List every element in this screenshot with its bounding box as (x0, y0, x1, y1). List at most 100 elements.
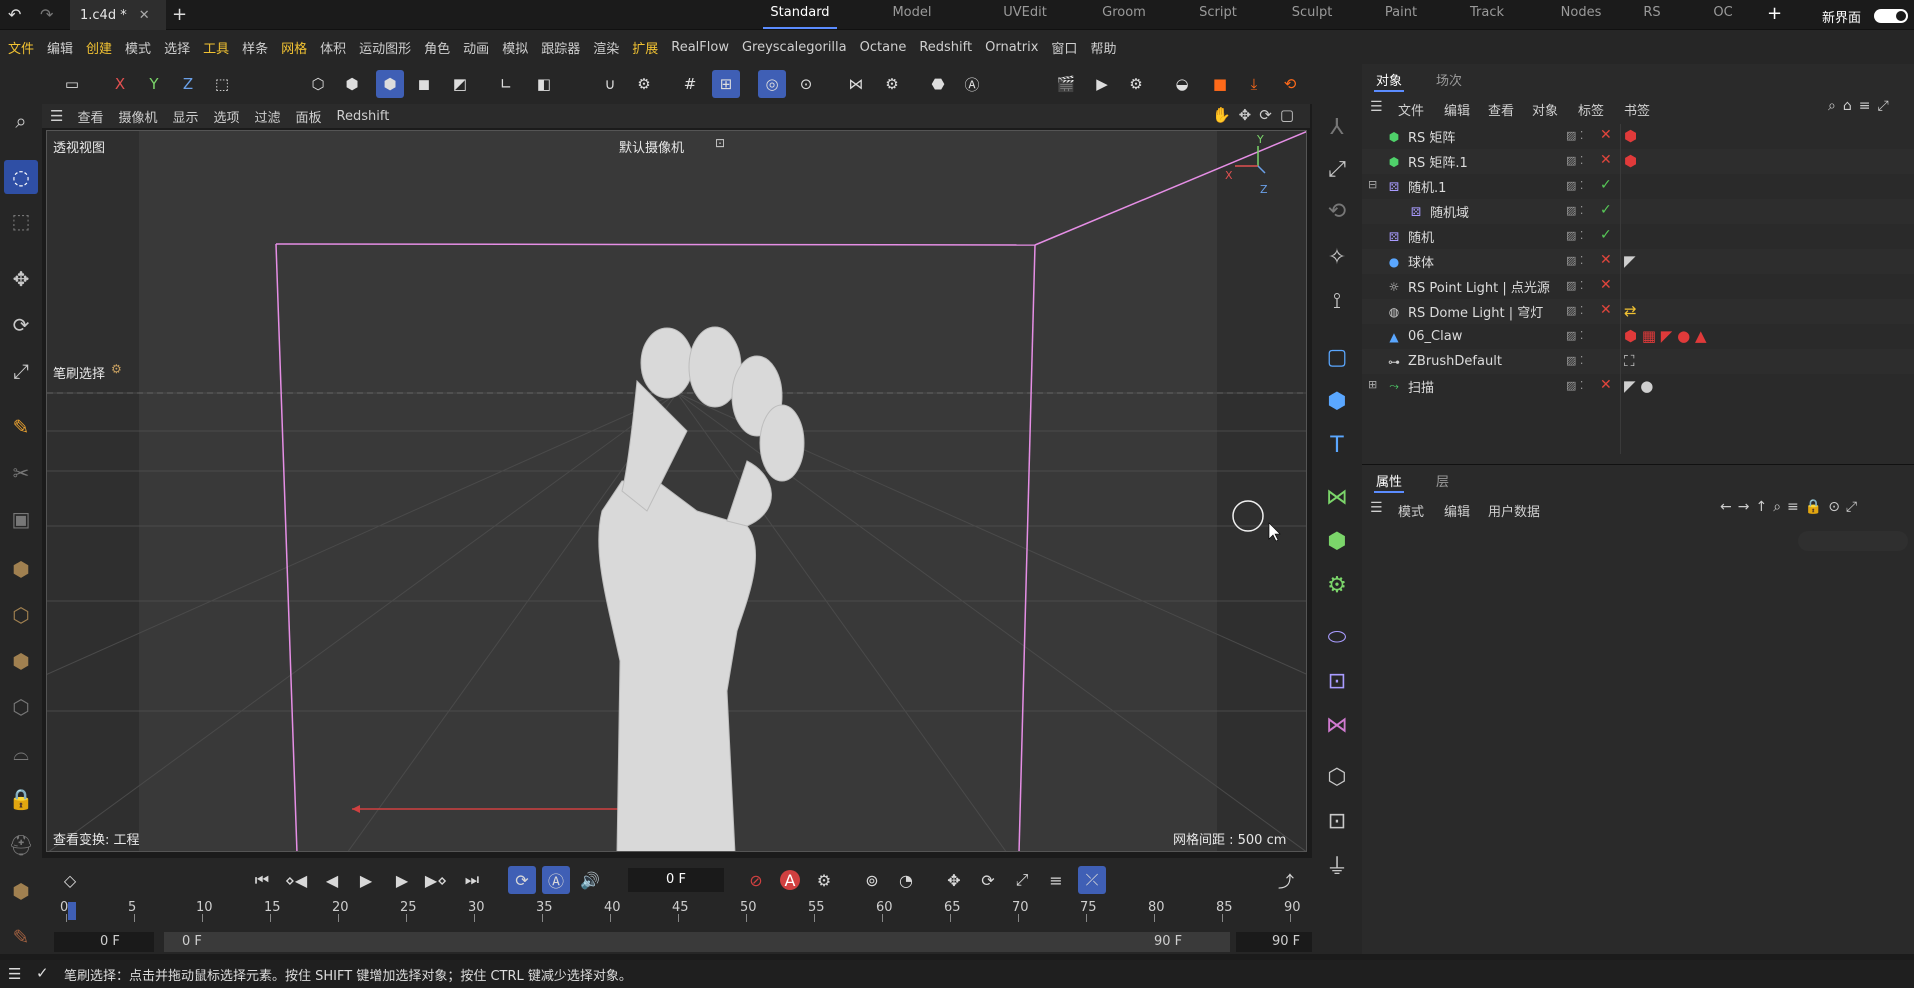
refresh-icon[interactable]: ⟲ (1276, 70, 1304, 98)
enabled-check-icon[interactable]: ✓ (1600, 177, 1612, 193)
new-interface-toggle[interactable] (1874, 9, 1908, 23)
go-start-icon[interactable]: ⏮ (248, 866, 276, 894)
tab-layers[interactable]: 层 (1436, 471, 1449, 490)
menu-item[interactable]: 编辑 (47, 38, 73, 57)
obj-menu-file[interactable]: 文件 (1398, 100, 1424, 119)
object-row[interactable]: ● 球体 ▨ ⁚ ✕ ◤ (1362, 249, 1914, 274)
camera-label[interactable]: 默认摄像机 (619, 137, 684, 156)
visibility-dots-icon[interactable]: ▨ ⁚ (1566, 354, 1583, 367)
menu-item[interactable]: RealFlow (671, 40, 729, 55)
guide-icon[interactable]: ⬣ (924, 70, 952, 98)
helmet-icon[interactable]: ⛑ (4, 828, 38, 862)
new-tab-icon[interactable]: + (172, 4, 187, 25)
viewport-menu-item[interactable]: 选项 (214, 107, 240, 126)
object-tag-icon[interactable]: ◤ (1624, 252, 1636, 270)
menu-item[interactable]: 创建 (86, 38, 112, 57)
axis-mode-icon[interactable]: ∟ (492, 70, 520, 98)
object-row[interactable]: ⚄ 随机域 ▨ ⁚ ✓ (1362, 199, 1914, 224)
range-bar[interactable] (164, 932, 1230, 952)
dial-icon[interactable]: ◔ (892, 866, 920, 894)
menu-item[interactable]: 选择 (164, 38, 190, 57)
next-frame-icon[interactable]: ▶ (388, 866, 416, 894)
menu-item[interactable]: 模拟 (502, 38, 528, 57)
hamburger-icon[interactable]: ☰ (1370, 99, 1383, 115)
symmetry-settings-icon[interactable]: ⊙ (792, 70, 820, 98)
curve-editor-icon[interactable]: ⤴ (1272, 866, 1300, 894)
visibility-dots-icon[interactable]: ▨ ⁚ (1566, 154, 1583, 167)
viewport-menu-item[interactable]: 查看 (77, 107, 103, 126)
camera-tool-icon[interactable]: ⊡ (1318, 802, 1356, 840)
frame-ruler[interactable]: 0 5 10 15 20 25 30 35 40 45 50 55 60 65 70 75 80 85 90 (42, 898, 1312, 922)
menu-item[interactable]: 帮助 (1090, 38, 1116, 57)
naming-icon[interactable]: Ⓐ (958, 70, 986, 98)
menu-item[interactable]: 模式 (125, 38, 151, 57)
axis-cube-icon[interactable]: ⊡ (1318, 662, 1356, 700)
select-tool-icon[interactable]: ◌ (4, 160, 38, 194)
gear-effector-icon[interactable]: ⚙ (1318, 566, 1356, 604)
obj-menu-tags[interactable]: 标签 (1578, 100, 1604, 119)
scale-arrow-icon[interactable]: ⤢ (1318, 150, 1356, 188)
menu-item[interactable]: Octane (860, 40, 907, 55)
mirror-icon[interactable]: ⋈ (1318, 478, 1356, 516)
layout-tab-standard[interactable]: Standard (763, 5, 837, 29)
visibility-dots-icon[interactable]: ▨ ⁚ (1566, 204, 1583, 217)
layout-tab-uvedit[interactable]: UVEdit (995, 5, 1055, 25)
go-end-icon[interactable]: ⏭ (458, 866, 486, 894)
obj-menu-object[interactable]: 对象 (1532, 100, 1558, 119)
scale-tool-icon[interactable]: ⤢ (4, 354, 38, 388)
symmetry-gear-icon[interactable]: ⚙ (878, 70, 906, 98)
menu-item[interactable]: 网格 (281, 38, 307, 57)
current-frame-field[interactable]: 0 F (628, 868, 724, 892)
visibility-dots-icon[interactable]: ▨ ⁚ (1566, 229, 1583, 242)
layout-tab-track[interactable]: Track (1460, 5, 1514, 25)
frame-tool-icon[interactable]: ▣ (4, 502, 38, 536)
lock-icon[interactable]: 🔒 (4, 782, 38, 816)
object-row[interactable]: ⊟ ⚄ 随机.1 ▨ ⁚ ✓ (1362, 174, 1914, 199)
play-icon[interactable]: ▶ (352, 866, 380, 894)
object-row[interactable]: ◍ RS Dome Light | 穹灯 ▨ ⁚ ✕ ⇄ (1362, 299, 1914, 324)
add-layout-icon[interactable]: + (1767, 3, 1782, 24)
visibility-dots-icon[interactable]: ▨ ⁚ (1566, 129, 1583, 142)
menu-item[interactable]: 文件 (8, 38, 34, 57)
box-icon[interactable]: ⬢ (4, 874, 38, 908)
redo-icon[interactable]: ↷ (40, 5, 53, 24)
audio-icon[interactable]: 🔊 (576, 866, 604, 894)
redshift-render-icon[interactable]: ■ (1206, 70, 1234, 98)
visibility-dots-icon[interactable]: ▨ ⁚ (1566, 279, 1583, 292)
texture-mode-icon[interactable]: ◩ (446, 70, 474, 98)
menu-item[interactable]: Redshift (919, 40, 972, 55)
workplane-grid-icon[interactable]: ⊞ (712, 70, 740, 98)
start-frame-field[interactable]: 0 F (54, 932, 154, 952)
object-row[interactable]: ▲ 06_Claw ▨ ⁚ ⬢ ▦ ◤ ● ▲ (1362, 324, 1914, 349)
playhead[interactable] (68, 902, 76, 920)
menu-item[interactable]: 窗口 (1051, 38, 1077, 57)
key-scale-icon[interactable]: ⤢ (1008, 866, 1036, 894)
coordinate-system-icon[interactable]: ⬚ (208, 70, 236, 98)
obj-menu-bookmarks[interactable]: 书签 (1624, 100, 1650, 119)
disabled-x-icon[interactable]: ✕ (1600, 252, 1612, 268)
keyframe-icon[interactable]: ◇ (56, 866, 84, 894)
snap-settings-icon[interactable]: ⚙ (630, 70, 658, 98)
key-settings-icon[interactable]: ⚙ (810, 866, 838, 894)
cube-icon[interactable]: ⬢ (1318, 382, 1356, 420)
transform-icon[interactable]: ✧ (1318, 238, 1356, 276)
playback-rate-icon[interactable]: Ⓐ (542, 866, 570, 894)
expand-toggle-icon[interactable]: ⊞ (1368, 378, 1377, 391)
viewport-menu-item[interactable]: 摄像机 (118, 107, 157, 126)
hamburger-icon[interactable]: ☰ (1370, 500, 1383, 516)
enabled-check-icon[interactable]: ✓ (1600, 227, 1612, 243)
tab-objects[interactable]: 对象 (1376, 70, 1402, 89)
key-pla-icon[interactable]: ⤫ (1078, 866, 1106, 894)
symmetry-target-icon[interactable]: ◎ (758, 70, 786, 98)
grid-icon[interactable]: # (676, 70, 704, 98)
object-tag-icon[interactable]: ◤ ● (1624, 377, 1653, 395)
object-row[interactable]: ☼ RS Point Light | 点光源 ▨ ⁚ ✕ (1362, 274, 1914, 299)
object-row[interactable]: ⊞ ⤳ 扫描 ▨ ⁚ ✕ ◤ ● (1362, 374, 1914, 399)
layout-tab-groom[interactable]: Groom (1095, 5, 1153, 25)
joint-tool-icon[interactable]: ⅄ (1318, 108, 1356, 146)
rotate-tool-icon[interactable]: ⟳ (4, 308, 38, 342)
prev-frame-icon[interactable]: ◀ (318, 866, 346, 894)
attr-nav-icons[interactable]: ←→↑⌕≡🔒⊙⤢ (1720, 499, 1863, 515)
prev-key-icon[interactable]: ⋄◀ (282, 866, 310, 894)
layout-tab-paint[interactable]: Paint (1375, 5, 1427, 25)
